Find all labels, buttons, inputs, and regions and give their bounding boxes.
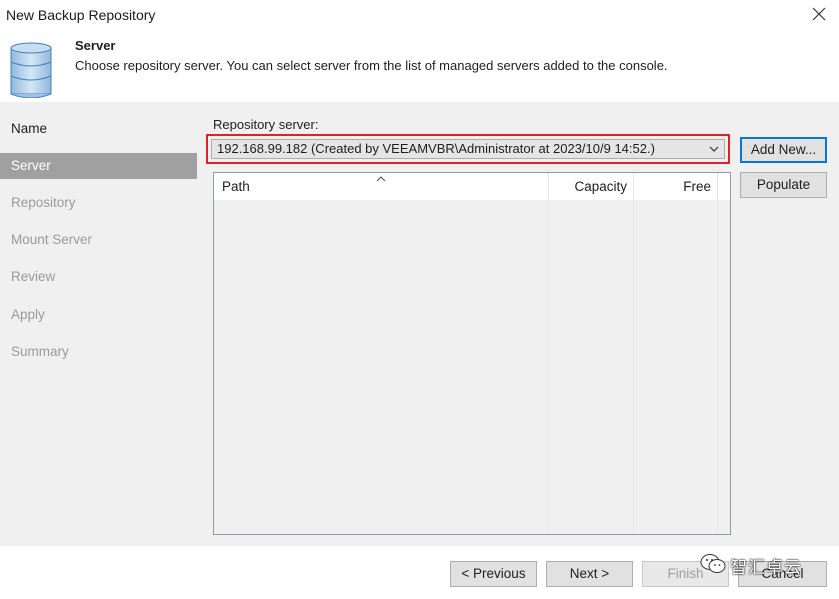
column-header-capacity[interactable]: Capacity — [548, 173, 633, 200]
sidebar-item-repository: Repository — [11, 195, 76, 210]
step-description: Choose repository server. You can select… — [75, 58, 668, 73]
sidebar-item-server[interactable]: Server — [0, 153, 197, 179]
add-new-button[interactable]: Add New... — [740, 137, 827, 163]
repository-server-value: 192.168.99.182 (Created by VEEAMVBR\Admi… — [217, 141, 655, 156]
sidebar-item-apply: Apply — [11, 307, 45, 322]
repository-server-label: Repository server: — [213, 117, 319, 132]
server-paths-table[interactable]: Path Capacity Free — [213, 172, 731, 535]
column-header-filler — [717, 173, 730, 200]
database-icon — [10, 42, 54, 99]
sidebar-item-review: Review — [11, 269, 56, 284]
title-bar: New Backup Repository — [0, 0, 839, 30]
watermark-text: 智汇卓云 — [730, 558, 802, 578]
column-divider — [717, 200, 718, 534]
sidebar-item-summary: Summary — [11, 344, 69, 359]
column-divider — [548, 200, 549, 534]
main-panel: Repository server: 192.168.99.182 (Creat… — [200, 102, 839, 546]
wizard-header: Server Choose repository server. You can… — [0, 30, 839, 102]
column-divider — [633, 200, 634, 534]
previous-button[interactable]: < Previous — [450, 561, 537, 587]
close-icon[interactable] — [809, 4, 829, 24]
chevron-down-icon[interactable] — [708, 142, 720, 156]
column-header-free[interactable]: Free — [633, 173, 717, 200]
watermark: 智汇卓云 — [700, 553, 802, 578]
sidebar-item-name[interactable]: Name — [0, 116, 197, 142]
populate-button[interactable]: Populate — [740, 172, 827, 198]
next-button[interactable]: Next > — [546, 561, 633, 587]
sidebar-item-mount-server: Mount Server — [11, 232, 93, 247]
wizard-steps-sidebar: Name Server Repository Mount Server Revi… — [0, 102, 200, 546]
repository-server-select[interactable]: 192.168.99.182 (Created by VEEAMVBR\Admi… — [211, 139, 725, 159]
window-title: New Backup Repository — [6, 7, 156, 23]
table-header: Path Capacity Free — [214, 173, 730, 200]
wechat-logo-icon — [700, 553, 726, 578]
step-title: Server — [75, 38, 116, 53]
sort-ascending-icon — [376, 171, 386, 182]
